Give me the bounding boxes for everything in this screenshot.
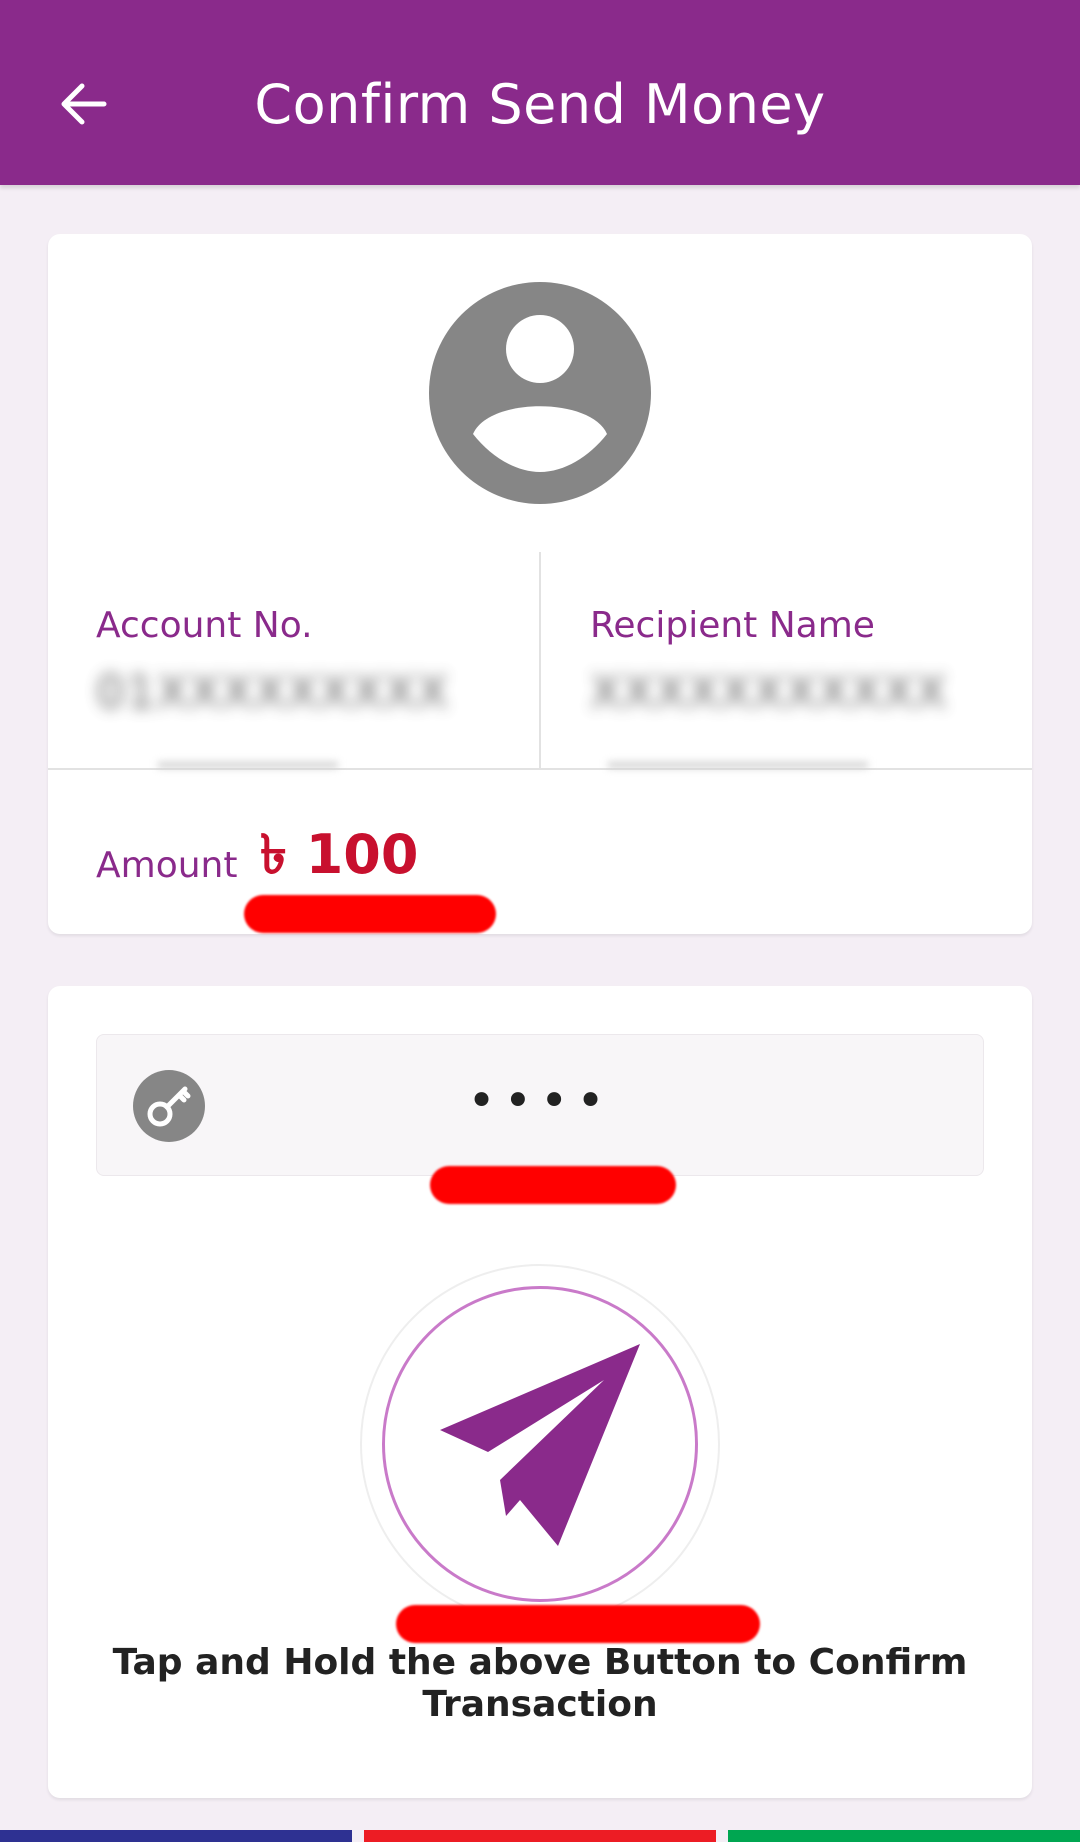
blurred-line [608, 762, 868, 768]
redaction-mark [244, 895, 496, 933]
recipient-name-value: XXXXXXXXXXX [590, 665, 948, 719]
account-number-label: Account No. [96, 605, 313, 646]
send-button-ring [382, 1286, 698, 1602]
amount-label: Amount [96, 845, 238, 886]
user-avatar-icon [429, 282, 651, 504]
row-divider [48, 768, 1032, 770]
bottom-color-bar [728, 1830, 1080, 1842]
paper-plane-icon [440, 1344, 640, 1546]
confirm-hint-text: Tap and Hold the above Button to Confirm… [112, 1642, 968, 1725]
account-number-value: 01XXXXXXXXX [96, 665, 450, 719]
pin-input[interactable]: •••• [96, 1034, 984, 1176]
amount-value: ৳ 100 [260, 823, 419, 886]
column-divider [539, 552, 541, 768]
send-confirm-button[interactable] [360, 1264, 720, 1624]
transaction-details-card: Account No. 01XXXXXXXXX Recipient Name X… [48, 234, 1032, 934]
bottom-color-bar [364, 1830, 716, 1842]
recipient-name-label: Recipient Name [590, 605, 875, 646]
pin-masked-value: •••• [467, 1073, 613, 1129]
pin-confirm-card: •••• Tap and Hold the above Button to Co… [48, 986, 1032, 1798]
bottom-color-bar [0, 1830, 352, 1842]
app-bar: Confirm Send Money [0, 0, 1080, 185]
redaction-mark [430, 1166, 676, 1204]
blurred-line [158, 762, 338, 768]
page-title: Confirm Send Money [254, 73, 826, 136]
redaction-mark [396, 1605, 760, 1643]
